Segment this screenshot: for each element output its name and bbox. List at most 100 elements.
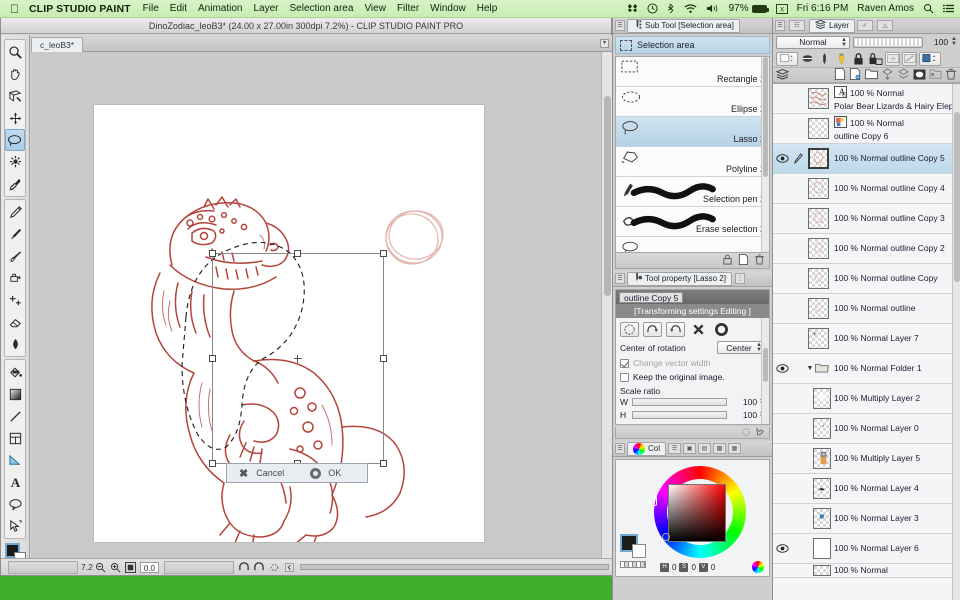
lock-subtool-icon[interactable] — [722, 254, 733, 267]
layer-row-outline-copy-5[interactable]: 100 % Normal outline Copy 5 — [773, 144, 960, 174]
scale-width-value[interactable]: 100 — [731, 397, 757, 407]
color-history-tab[interactable]: ▤ — [698, 443, 711, 454]
menu-item-layer[interactable]: Layer — [253, 3, 278, 14]
layer-name-label[interactable]: outline Copy — [890, 273, 937, 283]
transform-center-of-rotation-marker[interactable] — [294, 355, 302, 363]
layer-row-outline-copy-2[interactable]: 100 % Normal outline Copy 2 — [773, 234, 960, 264]
menu-app-name[interactable]: CLIP STUDIO PAINT — [29, 3, 131, 15]
bluetooth-icon[interactable] — [667, 3, 675, 14]
menu-item-help[interactable]: Help — [477, 3, 498, 14]
combine-down-icon[interactable] — [897, 68, 910, 82]
layer-name-label[interactable]: outline Copy 2 — [890, 243, 944, 253]
apply-transform-button[interactable] — [712, 322, 731, 337]
layer-name-label[interactable]: outline — [890, 303, 915, 313]
transform-handle-bottom-right[interactable] — [380, 460, 387, 467]
cancel-transform-button[interactable] — [689, 322, 708, 337]
scale-height-slider[interactable] — [632, 411, 727, 419]
color-slider-tab[interactable]: ▣ — [683, 443, 696, 454]
change-vector-width-row[interactable]: Change vector width — [616, 356, 769, 370]
frame-border-tool[interactable] — [5, 427, 25, 449]
fit-to-screen-icon[interactable] — [124, 561, 137, 574]
ruler-tool[interactable] — [5, 449, 25, 471]
layer-color-button[interactable] — [776, 52, 798, 66]
rotate-canvas-tool[interactable] — [5, 85, 25, 107]
layer-thumbnail[interactable] — [805, 418, 831, 439]
correction-layer-tab[interactable]: ✓ — [857, 20, 873, 31]
layer-palette-menu-icon[interactable]: ☰ — [775, 20, 785, 31]
scale-width-slider[interactable] — [632, 398, 727, 406]
rotate-left-icon[interactable] — [238, 561, 251, 574]
center-of-rotation-select[interactable]: Center ▲▼ — [717, 341, 765, 354]
gradient-tool[interactable] — [5, 383, 25, 405]
layer-name-label[interactable]: Layer 2 — [892, 393, 920, 403]
layer-name-label[interactable]: Layer 6 — [890, 543, 918, 553]
navigator-thumbnail[interactable] — [8, 561, 78, 574]
layer-name-label[interactable]: Layer 4 — [890, 483, 918, 493]
color-wheel-tab[interactable]: Col — [627, 442, 666, 456]
magic-wand-tool[interactable] — [5, 151, 25, 173]
airbrush-tool[interactable] — [5, 267, 25, 289]
animation-cels-tab[interactable]: △ — [877, 20, 893, 31]
layer-palette-stack-icon[interactable] — [776, 69, 789, 82]
layer-row-layer-7[interactable]: 100 % Normal Layer 7 — [773, 324, 960, 354]
time-machine-icon[interactable] — [647, 3, 658, 14]
saturation-value-square[interactable] — [668, 484, 726, 542]
rotation-dial[interactable] — [164, 561, 234, 574]
value-value[interactable]: 0 — [711, 563, 715, 572]
transform-handle-top-center[interactable] — [294, 250, 301, 257]
canvas-vertical-scrollbar[interactable] — [601, 52, 612, 558]
color-menu-icon[interactable]: ☰ — [615, 443, 625, 454]
color-palette-swatches[interactable] — [620, 534, 646, 558]
create-folder-mask-icon[interactable] — [929, 68, 942, 82]
set-draft-layer-button[interactable] — [834, 52, 849, 66]
layer-opacity-slider[interactable] — [853, 37, 923, 48]
toolproperty-palette-tab[interactable]: Tool property [Lasso 2] — [627, 272, 732, 286]
status-collapse-icon[interactable] — [283, 561, 296, 574]
cancel-button[interactable]: Cancel — [256, 468, 284, 478]
layer-mask-link-button[interactable] — [902, 52, 917, 66]
zoom-out-icon[interactable] — [94, 561, 107, 574]
layer-name-label[interactable]: Folder 1 — [890, 363, 921, 373]
subtool-item-lasso[interactable]: Lasso 2 — [616, 117, 769, 147]
layer-visibility-toggle[interactable] — [773, 364, 791, 373]
menu-clock[interactable]: Fri 6:16 PM — [797, 3, 849, 14]
layer-row-outline-copy-3[interactable]: 100 % Normal outline Copy 3 — [773, 204, 960, 234]
layer-visibility-toggle[interactable] — [773, 154, 791, 163]
layer-thumbnail[interactable] — [805, 118, 831, 139]
fill-tool[interactable] — [5, 361, 25, 383]
scale-height-value[interactable]: 100 — [731, 410, 757, 420]
layer-visibility-toggle[interactable] — [773, 544, 791, 553]
layer-property-tab[interactable]: ☷ — [789, 20, 805, 31]
layer-name-label[interactable]: Layer 0 — [890, 423, 918, 433]
menu-item-view[interactable]: View — [364, 3, 386, 14]
layer-row-outline-copy[interactable]: 100 % Normal outline Copy — [773, 264, 960, 294]
transfer-down-icon[interactable] — [881, 68, 894, 82]
flip-horizontal-button[interactable] — [643, 322, 662, 337]
set-reference-layer-button[interactable] — [817, 52, 832, 66]
status-slider[interactable] — [300, 564, 609, 570]
transform-handle-bottom-left[interactable] — [209, 460, 216, 467]
subtool-list[interactable]: Rectangle 2 Ellipse 2 Lasso 2 Polyline 2 — [615, 56, 770, 253]
input-source-icon[interactable]: X — [776, 4, 788, 14]
layer-name-label[interactable]: outline Copy 4 — [890, 183, 944, 193]
create-layer-mask-icon[interactable] — [913, 69, 926, 82]
canvas-area[interactable]: ✖ Cancel OK — [31, 52, 612, 570]
menu-item-window[interactable]: Window — [430, 3, 466, 14]
layer-thumbnail[interactable] — [805, 448, 831, 469]
palette-menu-icon[interactable]: ☰ — [615, 20, 625, 31]
toolproperty-extra-tab[interactable]: ⋮ — [735, 273, 745, 284]
balloon-tool[interactable] — [5, 493, 25, 515]
transform-handle-top-right[interactable] — [380, 250, 387, 257]
lock-transparent-pixels-button[interactable] — [868, 52, 883, 66]
menu-item-animation[interactable]: Animation — [198, 3, 242, 14]
layer-row-layer-2[interactable]: 100 % Multiply Layer 2 — [773, 384, 960, 414]
layer-name-label[interactable]: outline Copy 3 — [890, 213, 944, 223]
layer-row-layer-0[interactable]: 100 % Normal Layer 0 — [773, 414, 960, 444]
blend-mode-stepper[interactable]: ▲▼ — [841, 38, 847, 48]
subtool-scroll-thumb[interactable] — [763, 57, 768, 177]
layer-row-outline-copy-6[interactable]: 100 % Normal outline Copy 6 — [773, 114, 960, 144]
reset-rotation-icon[interactable] — [268, 561, 281, 574]
delete-subtool-icon[interactable] — [754, 254, 765, 267]
layer-thumbnail[interactable] — [805, 298, 831, 319]
clip-to-layer-below-button[interactable] — [800, 52, 815, 66]
